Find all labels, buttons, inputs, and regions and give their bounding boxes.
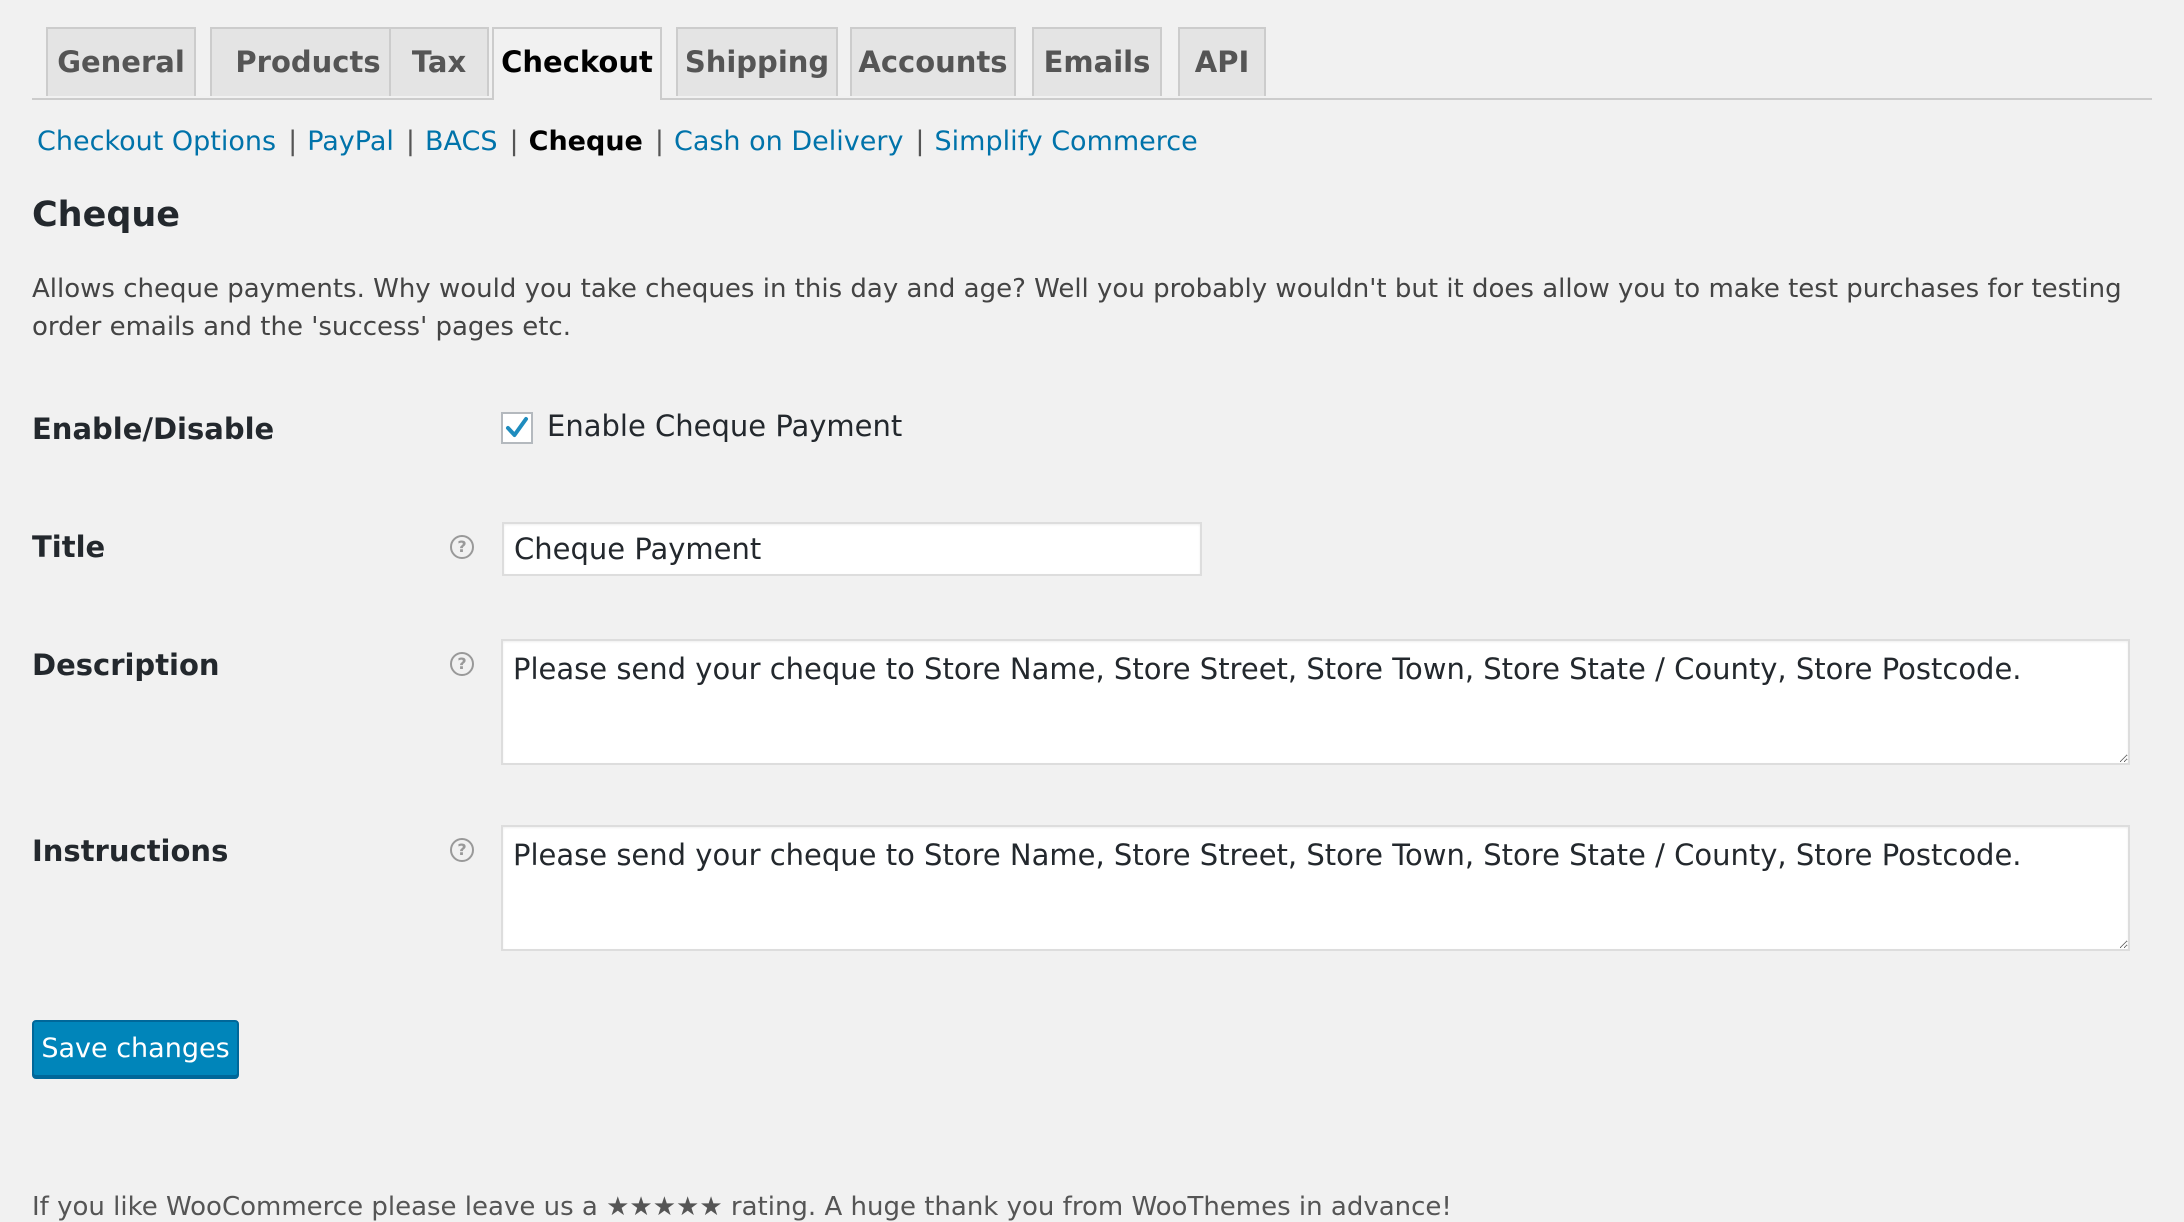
tab-checkout[interactable]: Checkout xyxy=(492,27,662,100)
question-circle-icon[interactable]: ? xyxy=(450,535,474,559)
tab-general[interactable]: General xyxy=(46,27,196,96)
section-description: Allows cheque payments. Why would you ta… xyxy=(32,274,2122,342)
instructions-textarea[interactable]: Please send your cheque to Store Name, S… xyxy=(501,825,2130,951)
instructions-label: Instructions xyxy=(32,834,229,868)
checkout-subnav: Checkout Options | PayPal | BACS | Cheque | Cash… xyxy=(37,122,1198,162)
section-title: Cheque xyxy=(32,195,181,235)
tab-products[interactable]: Products xyxy=(210,27,406,96)
title-input[interactable] xyxy=(502,522,1202,576)
question-circle-icon[interactable]: ? xyxy=(450,838,474,862)
enable-disable-label: Enable/Disable xyxy=(32,412,275,446)
save-changes-button[interactable]: Save changes xyxy=(32,1020,239,1077)
question-circle-icon[interactable]: ? xyxy=(450,652,474,676)
tab-api[interactable]: API xyxy=(1178,27,1266,96)
tab-tax[interactable]: Tax xyxy=(389,27,489,96)
subnav-cash-on-delivery[interactable]: Cash on Delivery xyxy=(674,126,903,157)
title-label: Title xyxy=(32,530,106,564)
checkmark-icon xyxy=(506,417,528,437)
subnav-separator: | xyxy=(654,126,664,157)
subnav-checkout-options[interactable]: Checkout Options xyxy=(37,126,276,157)
footer-rating-text: If you like WooCommerce please leave us … xyxy=(32,1192,1452,1222)
subnav-simplify-commerce[interactable]: Simplify Commerce xyxy=(935,126,1198,157)
description-label: Description xyxy=(32,648,220,682)
enable-cheque-checkbox-label[interactable]: Enable Cheque Payment xyxy=(547,409,902,443)
settings-page: General Products Tax Checkout Shipping A… xyxy=(32,0,2152,1222)
subnav-separator: | xyxy=(509,126,519,157)
enable-cheque-checkbox[interactable] xyxy=(501,412,533,444)
tab-shipping[interactable]: Shipping xyxy=(676,27,838,96)
subnav-separator: | xyxy=(915,126,925,157)
subnav-cheque-current: Cheque xyxy=(528,126,643,157)
settings-tab-bar: General Products Tax Checkout Shipping A… xyxy=(32,0,2152,100)
tab-accounts[interactable]: Accounts xyxy=(850,27,1016,96)
subnav-separator: | xyxy=(405,126,416,157)
subnav-paypal[interactable]: PayPal xyxy=(307,126,394,157)
subnav-bacs[interactable]: BACS xyxy=(425,126,498,157)
tab-emails[interactable]: Emails xyxy=(1032,27,1162,96)
subnav-separator: | xyxy=(288,126,298,157)
description-textarea[interactable]: Please send your cheque to Store Name, S… xyxy=(501,639,2130,765)
